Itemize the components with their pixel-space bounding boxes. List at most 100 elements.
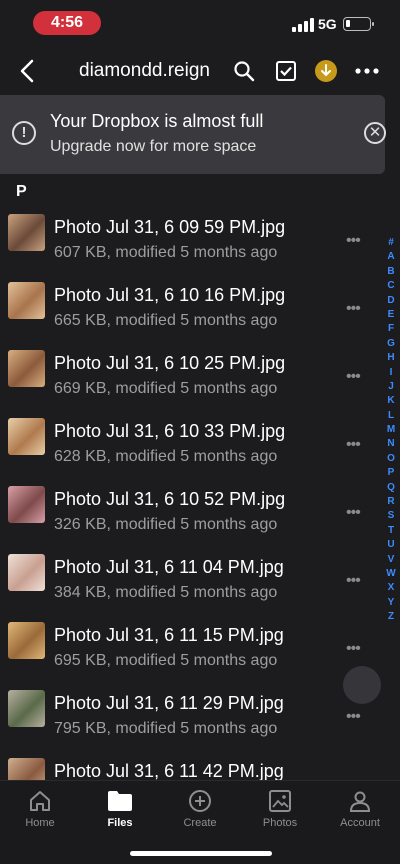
back-button[interactable] <box>14 56 40 86</box>
search-button[interactable] <box>231 58 257 84</box>
network-label: 5G <box>318 16 337 32</box>
index-letter[interactable]: # <box>384 236 398 250</box>
close-icon[interactable]: ✕ <box>364 122 386 144</box>
file-list: Photo Jul 31, 6 09 59 PM.jpg 607 KB, modi… <box>0 206 400 780</box>
index-letter[interactable]: Y <box>384 596 398 610</box>
file-row[interactable]: Photo Jul 31, 6 09 59 PM.jpg 607 KB, modi… <box>0 206 380 274</box>
index-letter[interactable]: V <box>384 553 398 567</box>
photo-icon <box>269 790 291 812</box>
index-letter[interactable]: G <box>384 337 398 351</box>
index-letter[interactable]: J <box>384 380 398 394</box>
more-icon[interactable]: ••• <box>346 708 361 726</box>
photo-thumbnail <box>8 350 45 387</box>
tab-label: Files <box>107 817 133 829</box>
index-letter[interactable]: H <box>384 351 398 365</box>
chevron-left-icon <box>20 59 34 83</box>
tab-label: Photos <box>262 817 298 829</box>
index-letter[interactable]: O <box>384 452 398 466</box>
index-letter[interactable]: Q <box>384 481 398 495</box>
file-meta: 326 KB, modified 5 months ago <box>54 516 278 533</box>
index-letter[interactable]: R <box>384 495 398 509</box>
file-meta: 665 KB, modified 5 months ago <box>54 312 278 329</box>
tab-account[interactable]: Account <box>320 781 400 841</box>
alphabet-index[interactable]: # A B C D E F G H I J K L M N O P Q R S T U V W X Y Z <box>384 236 398 625</box>
select-button[interactable] <box>273 58 299 84</box>
upgrade-button[interactable] <box>313 58 339 84</box>
more-icon[interactable]: ••• <box>346 436 361 454</box>
file-name: Photo Jul 31, 6 09 59 PM.jpg <box>54 217 286 237</box>
more-options-button[interactable] <box>354 58 380 84</box>
file-row[interactable]: Photo Jul 31, 6 10 52 PM.jpg 326 KB, modi… <box>0 478 380 546</box>
section-header: P <box>16 183 27 200</box>
more-icon[interactable]: ••• <box>346 368 361 386</box>
photo-thumbnail <box>8 214 45 251</box>
file-row[interactable]: Photo Jul 31, 6 10 16 PM.jpg 665 KB, modi… <box>0 274 380 342</box>
more-icon <box>355 68 379 74</box>
tab-label: Create <box>183 817 217 829</box>
file-row[interactable]: Photo Jul 31, 6 11 15 PM.jpg 695 KB, modi… <box>0 614 380 682</box>
index-letter[interactable]: N <box>384 437 398 451</box>
file-row[interactable]: Photo Jul 31, 6 11 42 PM.jpg••• <box>0 750 380 780</box>
home-indicator <box>130 851 272 856</box>
file-meta: 669 KB, modified 5 months ago <box>54 380 278 397</box>
tab-label: Account <box>340 817 380 829</box>
file-meta: 628 KB, modified 5 months ago <box>54 448 278 465</box>
storage-full-banner[interactable]: ! Your Dropbox is almost full Upgrade no… <box>0 95 386 174</box>
index-letter[interactable]: E <box>384 308 398 322</box>
more-icon[interactable]: ••• <box>346 572 361 590</box>
file-row[interactable]: Photo Jul 31, 6 10 33 PM.jpg 628 KB, modi… <box>0 410 380 478</box>
status-time: 4:56 <box>33 11 101 35</box>
index-letter[interactable]: U <box>384 538 398 552</box>
file-name: Photo Jul 31, 6 11 04 PM.jpg <box>54 557 284 577</box>
index-letter[interactable]: P <box>384 466 398 480</box>
index-letter[interactable]: W <box>384 567 398 581</box>
index-letter[interactable]: I <box>384 366 398 380</box>
tab-label: Home <box>25 817 55 829</box>
file-name: Photo Jul 31, 6 10 33 PM.jpg <box>54 421 286 441</box>
more-icon[interactable]: ••• <box>346 232 361 250</box>
scroll-handle[interactable] <box>343 666 381 704</box>
file-meta: 384 KB, modified 5 months ago <box>54 584 278 601</box>
file-name: Photo Jul 31, 6 11 15 PM.jpg <box>54 625 284 645</box>
index-letter[interactable]: X <box>384 581 398 595</box>
home-icon <box>30 791 50 811</box>
index-letter[interactable]: B <box>384 265 398 279</box>
file-name: Photo Jul 31, 6 11 42 PM.jpg <box>54 761 284 780</box>
file-row[interactable]: Photo Jul 31, 6 10 25 PM.jpg 669 KB, modi… <box>0 342 380 410</box>
signal-icon <box>292 18 314 32</box>
index-letter[interactable]: L <box>384 409 398 423</box>
photo-thumbnail <box>8 690 45 727</box>
index-letter[interactable]: M <box>384 423 398 437</box>
index-letter[interactable]: T <box>384 524 398 538</box>
person-icon <box>349 791 371 812</box>
banner-title: Your Dropbox is almost full <box>50 111 264 131</box>
photo-thumbnail <box>8 758 45 780</box>
index-letter[interactable]: F <box>384 322 398 336</box>
plus-circle-icon <box>189 790 211 812</box>
index-letter[interactable]: D <box>384 294 398 308</box>
folder-icon <box>108 791 132 811</box>
index-letter[interactable]: A <box>384 250 398 264</box>
index-letter[interactable]: K <box>384 394 398 408</box>
tab-create[interactable]: Create <box>160 781 240 841</box>
more-icon[interactable]: ••• <box>346 300 361 318</box>
page-title: diamondd.reign <box>79 60 210 81</box>
tab-files[interactable]: Files <box>80 781 160 841</box>
status-bar: 4:56 5G <box>0 0 400 48</box>
index-letter[interactable]: S <box>384 509 398 523</box>
index-letter[interactable]: Z <box>384 610 398 624</box>
more-icon[interactable]: ••• <box>346 504 361 522</box>
top-nav: diamondd.reign <box>0 48 400 94</box>
photo-thumbnail <box>8 554 45 591</box>
upgrade-icon <box>315 60 337 82</box>
tab-photos[interactable]: Photos <box>240 781 320 841</box>
file-name: Photo Jul 31, 6 10 52 PM.jpg <box>54 489 286 509</box>
tab-home[interactable]: Home <box>0 781 80 841</box>
photo-thumbnail <box>8 282 45 319</box>
file-row[interactable]: Photo Jul 31, 6 11 29 PM.jpg 795 KB, modi… <box>0 682 380 750</box>
photo-thumbnail <box>8 486 45 523</box>
more-icon[interactable]: ••• <box>346 640 361 658</box>
index-letter[interactable]: C <box>384 279 398 293</box>
checkbox-icon <box>276 61 296 81</box>
file-row[interactable]: Photo Jul 31, 6 11 04 PM.jpg 384 KB, modi… <box>0 546 380 614</box>
